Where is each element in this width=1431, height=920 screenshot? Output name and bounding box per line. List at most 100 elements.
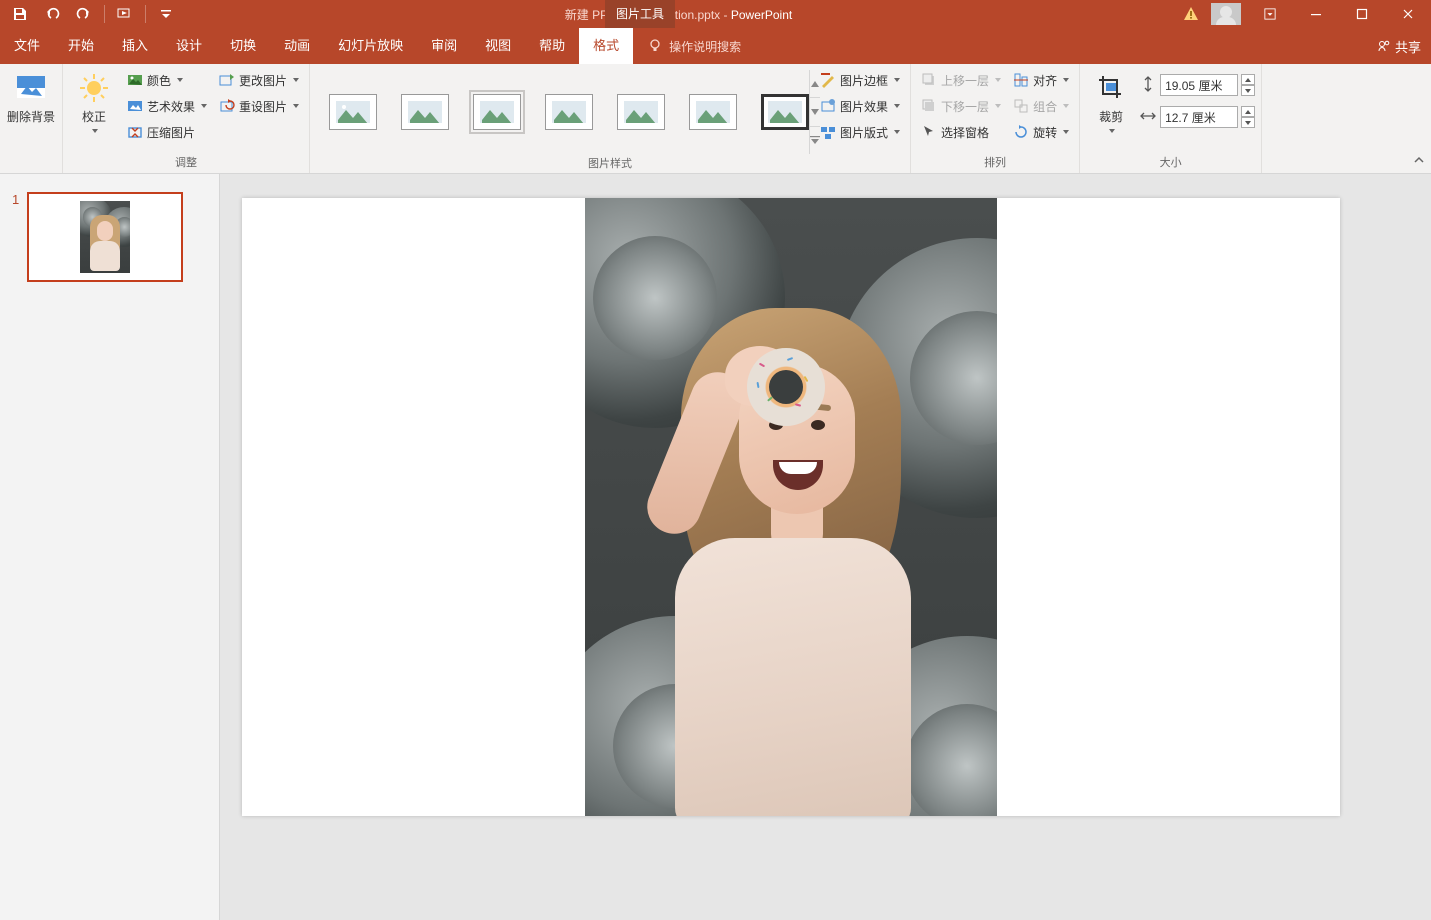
- send-backward-icon: [921, 98, 937, 114]
- bring-forward-button: 上移一层: [917, 68, 1005, 92]
- tab-transitions[interactable]: 切换: [216, 28, 270, 64]
- lightbulb-icon: [647, 38, 663, 54]
- height-spin-up[interactable]: [1241, 74, 1255, 85]
- selection-pane-button[interactable]: 选择窗格: [917, 120, 1005, 144]
- app-name: PowerPoint: [731, 8, 792, 22]
- change-picture-button[interactable]: 更改图片: [215, 68, 303, 92]
- share-button[interactable]: 共享: [1377, 28, 1421, 64]
- width-spin-down[interactable]: [1241, 117, 1255, 128]
- picture-effects-icon: [820, 98, 836, 114]
- work-area: 1: [0, 174, 1431, 920]
- title-bar: 新建 PPTX Presentation.pptx - PowerPoint 图…: [0, 0, 1431, 28]
- contextual-tab-title: 图片工具: [605, 0, 675, 28]
- color-button[interactable]: 颜色: [123, 68, 211, 92]
- selection-pane-icon: [921, 124, 937, 140]
- crop-icon: [1095, 72, 1127, 104]
- picture-style-4[interactable]: [545, 94, 593, 130]
- align-button[interactable]: 对齐: [1009, 68, 1073, 92]
- ribbon-tabs: 文件 开始 插入 设计 切换 动画 幻灯片放映 审阅 视图 帮助 格式 操作说明…: [0, 28, 1431, 64]
- compress-pictures-button[interactable]: 压缩图片: [123, 120, 211, 144]
- slide-thumbnail-1[interactable]: [27, 192, 183, 282]
- ribbon-display-options-icon[interactable]: [1247, 0, 1293, 28]
- slide-1[interactable]: [242, 198, 1340, 816]
- artistic-icon: [127, 98, 143, 114]
- tab-animations[interactable]: 动画: [270, 28, 324, 64]
- picture-border-button[interactable]: 图片边框: [816, 68, 904, 92]
- group-size: 裁剪 19.05 厘米 12.7 厘米 大小: [1080, 64, 1262, 173]
- tab-home[interactable]: 开始: [54, 28, 108, 64]
- remove-background-icon: [15, 72, 47, 104]
- picture-style-7[interactable]: [761, 94, 809, 130]
- picture-effects-button[interactable]: 图片效果: [816, 94, 904, 118]
- tab-design[interactable]: 设计: [162, 28, 216, 64]
- tab-insert[interactable]: 插入: [108, 28, 162, 64]
- picture-style-3[interactable]: [473, 94, 521, 130]
- slide-thumbnail-pane[interactable]: 1: [0, 174, 220, 920]
- tab-help[interactable]: 帮助: [525, 28, 579, 64]
- rotate-button[interactable]: 旋转: [1009, 120, 1073, 144]
- maximize-icon[interactable]: [1339, 0, 1385, 28]
- picture-style-6[interactable]: [689, 94, 737, 130]
- width-value: 12.7 厘米: [1165, 109, 1216, 126]
- width-icon: [1140, 108, 1156, 127]
- warning-icon[interactable]: [1177, 0, 1205, 28]
- width-field[interactable]: 12.7 厘米: [1140, 106, 1255, 128]
- qat-customize-icon[interactable]: [152, 2, 180, 26]
- group-arrange: 上移一层 下移一层 选择窗格 对齐 组合 旋转 排列: [911, 64, 1080, 173]
- close-icon[interactable]: [1385, 0, 1431, 28]
- picture-layout-icon: [820, 124, 836, 140]
- tab-review[interactable]: 审阅: [417, 28, 471, 64]
- picture-style-1[interactable]: [329, 94, 377, 130]
- height-field[interactable]: 19.05 厘米: [1140, 74, 1255, 96]
- group-objects-button: 组合: [1009, 94, 1073, 118]
- collapse-ribbon-icon[interactable]: [1413, 154, 1425, 169]
- start-from-beginning-icon[interactable]: [111, 2, 139, 26]
- height-spin-down[interactable]: [1241, 85, 1255, 96]
- gallery-scroll-up[interactable]: [810, 70, 820, 98]
- width-spin-up[interactable]: [1241, 106, 1255, 117]
- artistic-effects-button[interactable]: 艺术效果: [123, 94, 211, 118]
- picture-style-5[interactable]: [617, 94, 665, 130]
- reset-picture-button[interactable]: 重设图片: [215, 94, 303, 118]
- share-label: 共享: [1395, 37, 1421, 56]
- tab-format[interactable]: 格式: [579, 28, 633, 64]
- height-value: 19.05 厘米: [1165, 77, 1222, 94]
- compress-icon: [127, 124, 143, 140]
- redo-icon[interactable]: [70, 2, 98, 26]
- tab-file[interactable]: 文件: [0, 28, 54, 64]
- account-icon[interactable]: [1211, 3, 1241, 25]
- picture-styles-gallery: [316, 68, 806, 156]
- tell-me[interactable]: 操作说明搜索: [647, 28, 741, 64]
- group-arrange-label: 排列: [917, 155, 1073, 173]
- group-picture-styles: 图片边框 图片效果 图片版式 图片样式: [310, 64, 911, 173]
- picture-style-2[interactable]: [401, 94, 449, 130]
- gallery-more[interactable]: [810, 127, 820, 154]
- corrections-icon: [78, 72, 110, 104]
- crop-button[interactable]: 裁剪: [1086, 68, 1136, 133]
- align-icon: [1013, 72, 1029, 88]
- remove-background-button[interactable]: 删除背景: [6, 68, 56, 125]
- save-icon[interactable]: [6, 2, 34, 26]
- window-title: 新建 PPTX Presentation.pptx - PowerPoint: [180, 6, 1177, 23]
- group-adjust: 校正 颜色 艺术效果 压缩图片 更改图片 重设图片 调整: [63, 64, 310, 173]
- bring-forward-icon: [921, 72, 937, 88]
- reset-picture-icon: [219, 98, 235, 114]
- send-backward-button: 下移一层: [917, 94, 1005, 118]
- slide-canvas[interactable]: [220, 174, 1431, 920]
- group-size-label: 大小: [1086, 155, 1255, 173]
- gallery-scroll-down[interactable]: [810, 98, 820, 126]
- undo-icon[interactable]: [38, 2, 66, 26]
- inserted-picture[interactable]: [585, 198, 997, 816]
- corrections-button[interactable]: 校正: [69, 68, 119, 133]
- ribbon: 删除背景 校正 颜色 艺术效果 压缩图片 更改图片 重设图片 调整: [0, 64, 1431, 174]
- height-icon: [1140, 76, 1156, 95]
- change-picture-icon: [219, 72, 235, 88]
- minimize-icon[interactable]: [1293, 0, 1339, 28]
- tab-slideshow[interactable]: 幻灯片放映: [324, 28, 417, 64]
- picture-layout-button[interactable]: 图片版式: [816, 120, 904, 144]
- share-icon: [1377, 39, 1391, 53]
- group-adjust-label: 调整: [69, 155, 303, 173]
- group-icon: [1013, 98, 1029, 114]
- group-styles-label: 图片样式: [316, 156, 904, 173]
- tab-view[interactable]: 视图: [471, 28, 525, 64]
